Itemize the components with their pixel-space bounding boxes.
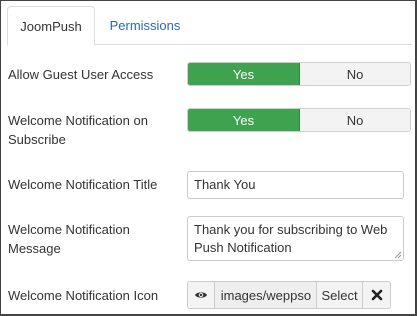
tab-joompush-label: JoomPush bbox=[20, 18, 82, 34]
welcome-icon-media-field: images/weppso Select bbox=[187, 281, 391, 309]
welcome-icon-label: Welcome Notification Icon bbox=[8, 288, 159, 303]
tab-permissions-label: Permissions bbox=[109, 18, 181, 33]
welcome-on-subscribe-no-button[interactable]: No bbox=[300, 109, 410, 131]
welcome-title-input[interactable]: Thank You bbox=[187, 171, 404, 199]
clear-image-button[interactable] bbox=[363, 282, 390, 308]
welcome-title-label: Welcome Notification Title bbox=[8, 177, 158, 192]
tab-permissions[interactable]: Permissions bbox=[95, 6, 195, 45]
guest-access-label: Allow Guest User Access bbox=[8, 67, 154, 82]
close-icon bbox=[371, 289, 382, 301]
welcome-message-textarea[interactable]: Thank you for subscribing to Web Push No… bbox=[187, 216, 404, 261]
welcome-message-label: Welcome Notification Message bbox=[8, 222, 130, 256]
tab-bar: JoomPush Permissions bbox=[7, 6, 412, 46]
welcome-icon-path: images/weppso bbox=[214, 282, 317, 308]
resize-grip-icon[interactable] bbox=[394, 251, 402, 259]
welcome-on-subscribe-yes-button[interactable]: Yes bbox=[188, 109, 300, 131]
joompush-settings-panel: JoomPush Permissions Allow Guest User Ac… bbox=[0, 0, 417, 316]
welcome-message-text: Thank you for subscribing to Web Push No… bbox=[194, 222, 388, 255]
eye-icon bbox=[194, 292, 207, 298]
guest-access-toggle: Yes No bbox=[187, 62, 411, 86]
guest-access-yes-button[interactable]: Yes bbox=[188, 63, 300, 85]
welcome-on-subscribe-label: Welcome Notification on Subscribe bbox=[8, 113, 148, 147]
select-image-button[interactable]: Select bbox=[316, 282, 364, 308]
preview-button[interactable] bbox=[188, 282, 215, 308]
welcome-on-subscribe-toggle: Yes No bbox=[187, 108, 411, 132]
guest-access-no-button[interactable]: No bbox=[300, 63, 410, 85]
tab-joompush[interactable]: JoomPush bbox=[7, 6, 95, 46]
